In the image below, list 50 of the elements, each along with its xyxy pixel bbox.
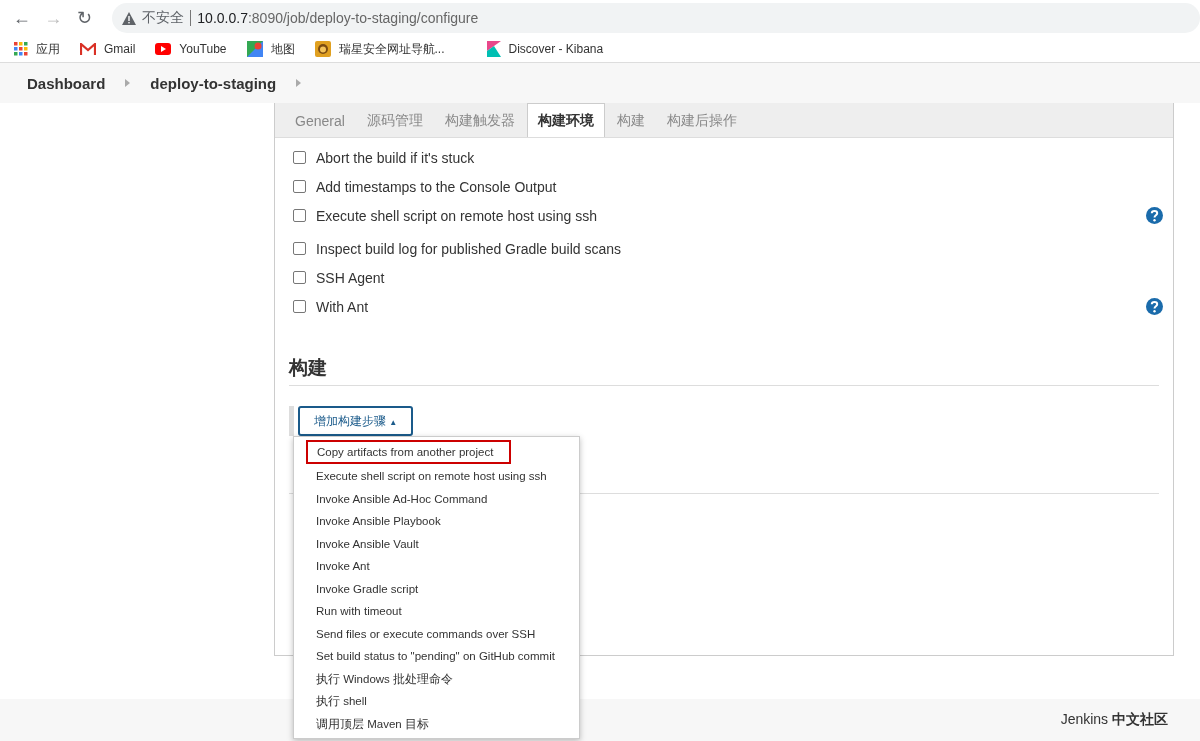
address-bar[interactable]: 不安全 10.0.0.7:8090/job/deploy-to-staging/configure [112,3,1200,33]
menu-item[interactable]: 执行 shell [294,690,579,713]
bookmark-link[interactable]: Discover - Kibana [486,41,604,57]
breadcrumb-link[interactable]: deploy-to-staging [150,74,277,92]
bookmark-link[interactable]: 应用 [14,40,60,58]
url-text: 10.0.0.7:8090/job/deploy-to-staging/configure [197,10,479,26]
help-icon[interactable] [1146,207,1163,224]
bookmark-link[interactable]: Gmail [80,42,136,56]
checkbox[interactable] [293,300,306,313]
back-button[interactable]: ← [8,7,36,29]
footer-text: Jenkins 中文社区 [1060,711,1168,729]
tab[interactable]: 构建环境 [526,103,605,137]
option-label: Execute shell script on remote host using ssh [316,207,597,224]
menu-item[interactable]: Invoke Ansible Ad-Hoc Command [294,487,579,510]
security-label: 不安全 [142,9,185,27]
option-label: Add timestamps to the Console Output [316,178,557,195]
option-label: Abort the build if it's stuck [316,149,475,166]
menu-item[interactable]: Run with timeout [294,600,579,623]
bookmark-link[interactable]: YouTube [155,42,227,56]
menu-item[interactable]: Invoke Ant [294,555,579,578]
play-icon [155,43,172,55]
bookmark-link[interactable]: 瑞星安全网址导航... [314,40,445,58]
step-handle-bar [289,406,294,436]
option-label: With Ant [316,298,369,315]
bookmark-link[interactable]: 地图 [246,40,295,58]
option-label: Inspect build log for published Gradle build scans [316,240,622,257]
checkbox[interactable] [293,151,306,164]
menu-item[interactable]: Execute shell script on remote host using ssh [294,465,579,488]
checkbox[interactable] [293,209,306,222]
option-label: SSH Agent [316,269,385,286]
breadcrumb-link[interactable]: Dashboard [27,74,106,92]
checkbox[interactable] [293,271,306,284]
apps-grid-icon [14,42,28,56]
menu-item[interactable]: 调用顶层 Maven 目标 [294,712,579,735]
menu-item[interactable]: Send files or execute commands over SSH [294,622,579,645]
mail-icon [80,43,96,55]
checkbox[interactable] [293,242,306,255]
menu-item[interactable]: Invoke Ansible Vault [294,532,579,555]
warning-icon [122,11,137,25]
menu-item[interactable]: Invoke Gradle script [294,577,579,600]
menu-item[interactable]: Copy artifacts from another project [306,440,511,464]
checkbox[interactable] [293,180,306,193]
help-icon[interactable] [1146,298,1163,315]
section-heading: 构建 [289,356,328,380]
kibana-logo-icon [486,41,501,57]
reload-button[interactable]: ↻ [70,7,99,29]
menu-item[interactable]: Set build status to "pending" on GitHub commit [294,645,579,668]
add-build-step-button[interactable]: 增加构建步骤 ▲ [298,406,414,436]
menu-item[interactable]: 执行 Windows 批处理命令 [294,667,579,690]
menu-item[interactable]: Invoke Ansible Playbook [294,510,579,533]
